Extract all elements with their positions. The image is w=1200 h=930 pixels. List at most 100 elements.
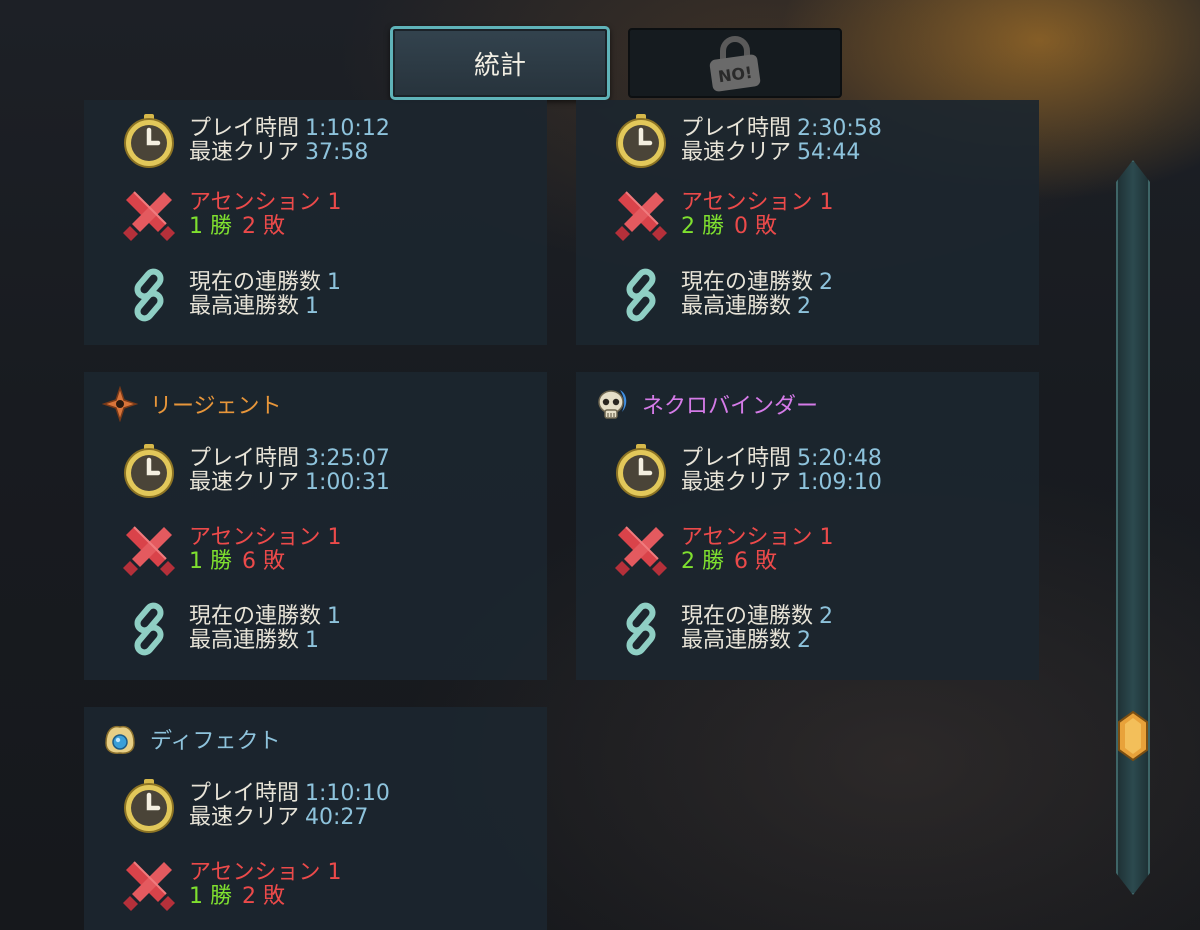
fastest-clear-value: 40:27 xyxy=(305,805,369,830)
losses-value: 2 敗 xyxy=(242,214,285,239)
losses-value: 0 敗 xyxy=(734,214,777,239)
defect-orb-icon xyxy=(105,725,135,754)
character-stats-card-necrobinder: ネクロバインダー プレイ時間 5:20:48 最速クリア 1:09:10 アセンショ… xyxy=(576,372,1039,680)
losses-value: 6 敗 xyxy=(734,549,777,574)
playtime-row: プレイ時間 2:30:58 最速クリア 54:44 xyxy=(612,112,1032,170)
best-streak-label: 最高連勝数 xyxy=(189,628,300,653)
wins-value: 2 勝 xyxy=(681,214,724,239)
chain-icon xyxy=(612,600,670,658)
fastest-clear-value: 1:00:31 xyxy=(305,470,390,495)
losses-value: 6 敗 xyxy=(242,549,285,574)
fastest-clear-value: 37:58 xyxy=(305,140,369,165)
crossed-swords-icon xyxy=(612,521,670,579)
character-header: ディフェクト xyxy=(102,721,280,757)
ascension-label: アセンション 1 xyxy=(189,525,342,550)
current-streak-label: 現在の連勝数 xyxy=(681,270,814,295)
fastest-clear-value: 1:09:10 xyxy=(797,470,882,495)
character-name: ディフェクト xyxy=(150,729,281,754)
crossed-swords-icon xyxy=(120,521,178,579)
fastest-clear-label: 最速クリア xyxy=(189,140,300,165)
ascension-label: アセンション 1 xyxy=(189,860,342,885)
losses-value: 2 敗 xyxy=(242,884,285,909)
wins-value: 1 勝 xyxy=(189,884,232,909)
playtime-row: プレイ時間 1:10:10 最速クリア 40:27 xyxy=(120,777,540,835)
tab-statistics[interactable]: 統計 xyxy=(390,26,610,100)
playtime-value: 2:30:58 xyxy=(797,116,882,141)
current-streak-value: 1 xyxy=(327,604,342,629)
playtime-value: 5:20:48 xyxy=(797,446,882,471)
tab-statistics-label: 統計 xyxy=(473,50,526,81)
playtime-label: プレイ時間 xyxy=(681,116,792,141)
fastest-clear-label: 最速クリア xyxy=(681,140,792,165)
character-header: ネクロバインダー xyxy=(594,386,818,422)
best-streak-label: 最高連勝数 xyxy=(189,294,300,319)
playtime-value: 1:10:12 xyxy=(305,116,390,141)
ascension-row: アセンション 1 1 勝 2 敗 xyxy=(120,856,540,914)
regent-star-icon xyxy=(102,386,138,422)
playtime-label: プレイ時間 xyxy=(189,781,300,806)
ascension-row: アセンション 1 2 勝 0 敗 xyxy=(612,186,1032,244)
ascension-row: アセンション 1 2 勝 6 敗 xyxy=(612,521,1032,579)
chain-icon xyxy=(120,266,178,324)
skull-icon xyxy=(598,390,627,419)
fastest-clear-label: 最速クリア xyxy=(189,805,300,830)
stopwatch-icon xyxy=(612,112,670,170)
win-streak-row: 現在の連勝数 2 最高連勝数 2 xyxy=(612,266,1032,324)
current-streak-label: 現在の連勝数 xyxy=(189,270,322,295)
ascension-label: アセンション 1 xyxy=(189,190,342,215)
playtime-label: プレイ時間 xyxy=(189,446,300,471)
stopwatch-icon xyxy=(120,777,178,835)
wins-value: 1 勝 xyxy=(189,214,232,239)
stopwatch-icon xyxy=(120,112,178,170)
character-stats-card-regent: リージェント プレイ時間 3:25:07 最速クリア 1:00:31 アセンション … xyxy=(84,372,547,680)
character-stats-card: プレイ時間 1:10:12 最速クリア 37:58 アセンション 1 1 勝2 敗 … xyxy=(84,100,547,345)
chain-icon xyxy=(120,600,178,658)
fastest-clear-label: 最速クリア xyxy=(189,470,300,495)
playtime-label: プレイ時間 xyxy=(681,446,792,471)
ascension-label: アセンション 1 xyxy=(681,190,834,215)
character-stats-card-defect: ディフェクト プレイ時間 1:10:10 最速クリア 40:27 アセンション 1 … xyxy=(84,707,547,930)
crossed-swords-icon xyxy=(612,186,670,244)
character-stats-card: プレイ時間 2:30:58 最速クリア 54:44 アセンション 1 2 勝0 敗 … xyxy=(576,100,1039,345)
ascension-row: アセンション 1 1 勝 2 敗 xyxy=(120,186,540,244)
scrollbar-track[interactable] xyxy=(1116,160,1150,895)
win-streak-row: 現在の連勝数 1 最高連勝数 1 xyxy=(120,600,540,658)
fastest-clear-label: 最速クリア xyxy=(681,470,792,495)
wins-value: 1 勝 xyxy=(189,549,232,574)
scrollbar-thumb[interactable] xyxy=(1115,710,1151,762)
character-name: ネクロバインダー xyxy=(642,394,819,419)
current-streak-label: 現在の連勝数 xyxy=(681,604,814,629)
tab-locked[interactable]: NO! xyxy=(628,28,842,98)
best-streak-label: 最高連勝数 xyxy=(681,294,792,319)
crossed-swords-icon xyxy=(120,186,178,244)
playtime-value: 3:25:07 xyxy=(305,446,390,471)
padlock-icon: NO! xyxy=(709,36,761,92)
character-name: リージェント xyxy=(150,394,282,419)
ascension-row: アセンション 1 1 勝 6 敗 xyxy=(120,521,540,579)
win-streak-row: 現在の連勝数 2 最高連勝数 2 xyxy=(612,600,1032,658)
stopwatch-icon xyxy=(612,442,670,500)
crossed-swords-icon xyxy=(120,856,178,914)
tab-bar: 統計 NO! xyxy=(390,26,844,102)
chain-icon xyxy=(612,266,670,324)
playtime-row: プレイ時間 1:10:12 最速クリア 37:58 xyxy=(120,112,540,170)
best-streak-value: 2 xyxy=(797,628,812,653)
wins-value: 2 勝 xyxy=(681,549,724,574)
fastest-clear-value: 54:44 xyxy=(797,140,861,165)
current-streak-value: 2 xyxy=(819,270,834,295)
stopwatch-icon xyxy=(120,442,178,500)
best-streak-value: 1 xyxy=(305,294,320,319)
win-streak-row: 現在の連勝数 1 最高連勝数 1 xyxy=(120,266,540,324)
current-streak-value: 2 xyxy=(819,604,834,629)
playtime-row: プレイ時間 3:25:07 最速クリア 1:00:31 xyxy=(120,442,540,500)
current-streak-label: 現在の連勝数 xyxy=(189,604,322,629)
best-streak-label: 最高連勝数 xyxy=(681,628,792,653)
character-header: リージェント xyxy=(102,386,282,422)
playtime-value: 1:10:10 xyxy=(305,781,390,806)
ascension-label: アセンション 1 xyxy=(681,525,834,550)
current-streak-value: 1 xyxy=(327,270,342,295)
best-streak-value: 1 xyxy=(305,628,320,653)
playtime-row: プレイ時間 5:20:48 最速クリア 1:09:10 xyxy=(612,442,1032,500)
best-streak-value: 2 xyxy=(797,294,812,319)
playtime-label: プレイ時間 xyxy=(189,116,300,141)
